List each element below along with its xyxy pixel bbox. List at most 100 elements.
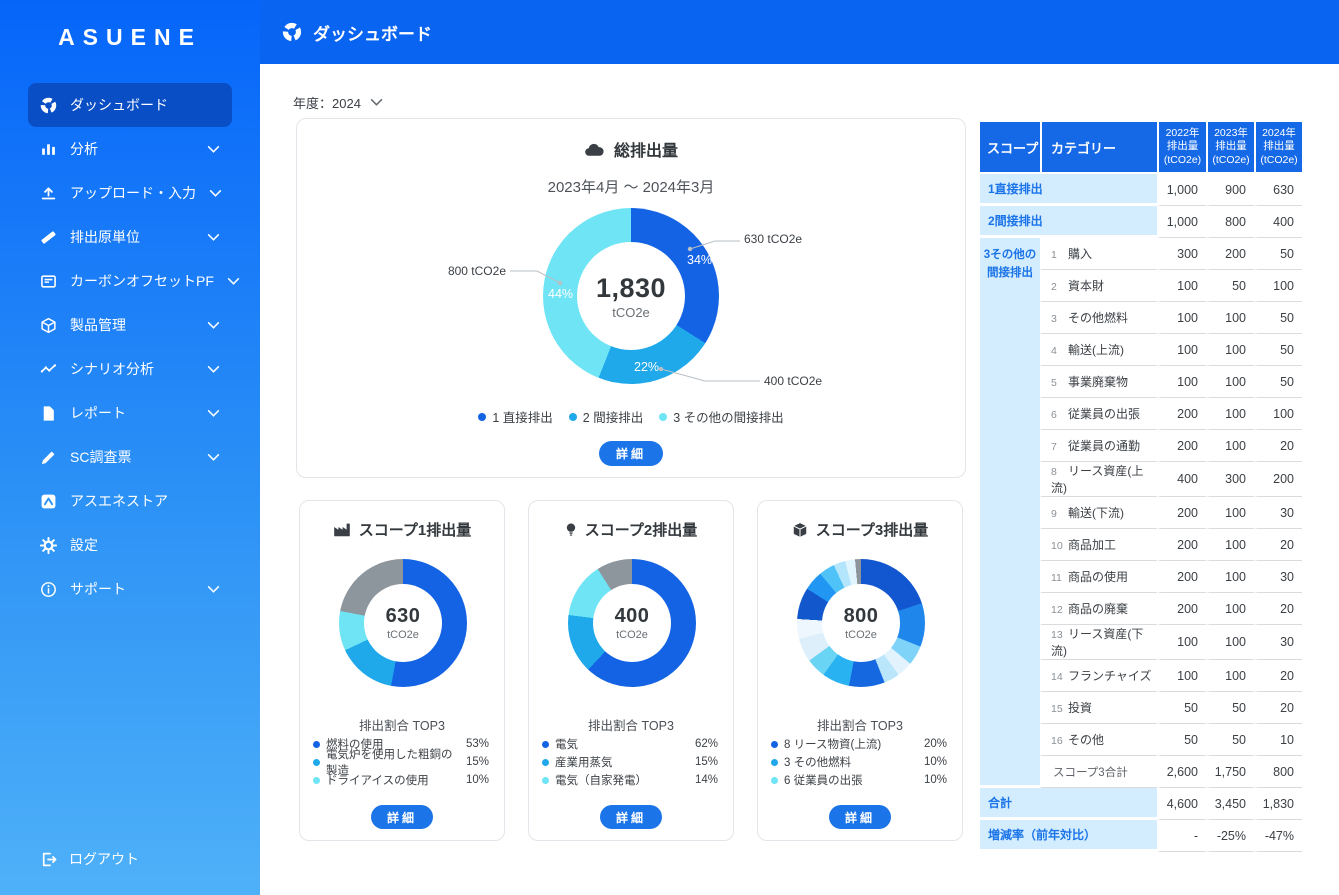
- card-icon: [40, 273, 57, 290]
- top3-pct: 15%: [465, 756, 489, 768]
- top3-row: 3 その他燃料 10%: [771, 753, 947, 771]
- category-cell: 16 その他: [1040, 724, 1157, 756]
- emission-value: 100: [1157, 302, 1206, 334]
- total-unit: tCO2e: [612, 304, 650, 320]
- donut-center: 800 tCO2e: [822, 584, 900, 662]
- year-filter-label: 年度：2024: [293, 96, 361, 111]
- table-row: 増減率（前年対比） - -25% -47%: [980, 820, 1302, 852]
- chevron-down-icon: [227, 277, 240, 286]
- emission-value: 50: [1254, 334, 1302, 366]
- info-icon: [40, 581, 57, 598]
- sidebar-item-report[interactable]: レポート: [28, 391, 232, 435]
- total-emissions-card: 総排出量 2023年4月 ～ 2024年3月 1,830 tCO2e 34% 4…: [296, 118, 966, 478]
- scope3-detail-button[interactable]: 詳細: [829, 805, 891, 829]
- sidebar-item-label: 分析: [70, 141, 98, 157]
- report-icon: [40, 405, 57, 422]
- scope1-title-row: スコープ1排出量: [300, 519, 504, 540]
- emission-value: 400: [1254, 206, 1302, 238]
- emission-value: -25%: [1206, 820, 1254, 852]
- amount-label-other: 800 tCO2e: [447, 264, 506, 278]
- scope2-title: スコープ2排出量: [584, 522, 698, 539]
- donut-legend: 1 直接排出 2 間接排出 3 その他の間接排出: [297, 407, 965, 426]
- emission-value: 30: [1254, 497, 1302, 529]
- legend-item: 2 間接排出: [568, 407, 643, 426]
- emission-value: 30: [1254, 561, 1302, 593]
- top3-pct: 14%: [694, 774, 718, 786]
- scope1-unit: tCO2e: [387, 629, 419, 641]
- sidebar-item-upload[interactable]: アップロード・入力: [28, 171, 232, 215]
- upload-icon: [40, 185, 57, 202]
- emission-value: 200: [1157, 497, 1206, 529]
- scope2-unit: tCO2e: [616, 629, 648, 641]
- sidebar-item-scenario-analysis[interactable]: シナリオ分析: [28, 347, 232, 391]
- top3-dot: [771, 758, 778, 766]
- emission-value: 50: [1206, 692, 1254, 724]
- chevron-down-icon: [209, 189, 222, 198]
- sidebar-item-label: レポート: [70, 405, 126, 421]
- scope2-detail-button[interactable]: 詳細: [600, 805, 662, 829]
- category-number: 3: [1051, 313, 1057, 325]
- table-row: 2間接排出 1,000 800 400: [980, 206, 1302, 238]
- column-header-year-2024: 2024年 排出量 (tCO2e): [1254, 122, 1302, 174]
- scope2-donut-chart: 400 tCO2e: [568, 559, 696, 687]
- sidebar: ASUENE ダッシュボード分析アップロード・入力 排出原単位 カーボンオフセットP…: [0, 0, 260, 895]
- total-detail-button[interactable]: 詳細: [599, 441, 663, 466]
- emission-value: 400: [1157, 462, 1206, 497]
- box-icon: [792, 522, 808, 538]
- category-number: 7: [1051, 441, 1057, 453]
- top3-title: 排出割合 TOP3: [359, 719, 445, 733]
- category-number: 4: [1051, 345, 1057, 357]
- scope1-detail-button[interactable]: 詳細: [371, 805, 433, 829]
- category-name: 資本財: [1068, 279, 1105, 293]
- scope1-title: スコープ1排出量: [358, 522, 472, 539]
- sidebar-item-carbon-offset-pf[interactable]: カーボンオフセットPF: [28, 259, 240, 303]
- scope3-emissions-card: スコープ3排出量 800 tCO2e 排出割合 TOP3 8 リース物資(上流) 20% 3…: [757, 500, 963, 841]
- top3-name: 8 リース物資(上流): [784, 739, 882, 751]
- emissions-table: スコープ カテゴリー 2022年 排出量 (tCO2e) 2023年 排出量 (tCO…: [980, 122, 1302, 852]
- scenario-icon: [40, 361, 57, 378]
- sidebar-item-analysis[interactable]: 分析: [28, 127, 232, 171]
- emission-value: 20: [1254, 529, 1302, 561]
- chevron-down-icon: [207, 233, 220, 242]
- category-name: 商品加工: [1068, 538, 1117, 552]
- period-label: 2023年4月 ～ 2024年3月: [547, 179, 715, 196]
- top3-list: 電気 62% 産業用蒸気 15% 電気（自家発電） 14%: [542, 735, 718, 789]
- donut-center: 400 tCO2e: [593, 584, 671, 662]
- sidebar-item-dashboard[interactable]: ダッシュボード: [28, 83, 232, 127]
- segment-pct-indirect: 22%: [634, 360, 660, 374]
- scope-row-label: 2間接排出: [980, 206, 1157, 238]
- category-name: 輸送(下流): [1068, 506, 1124, 520]
- chevron-down-icon: [207, 365, 220, 374]
- sidebar-item-sc-survey[interactable]: SC調査票: [28, 435, 232, 479]
- ruler-icon: [40, 229, 57, 246]
- sidebar-item-label: サポート: [70, 581, 126, 597]
- emission-value: 100: [1206, 529, 1254, 561]
- logout-icon: [40, 851, 57, 868]
- category-number: 2: [1051, 281, 1057, 293]
- sidebar-item-settings[interactable]: 設定: [28, 523, 232, 567]
- logout-button[interactable]: ログアウト: [0, 849, 260, 895]
- emission-value: 1,000: [1157, 174, 1206, 206]
- column-header-scope: スコープ: [980, 122, 1040, 174]
- total-emissions-title-row: 総排出量: [297, 137, 965, 161]
- emission-value: 200: [1157, 561, 1206, 593]
- scope2-emissions-card: スコープ2排出量 400 tCO2e 排出割合 TOP3 電気 62% 産業用蒸気 15% 電気…: [528, 500, 734, 841]
- sidebar-item-emission-factor[interactable]: 排出原単位: [28, 215, 232, 259]
- top3-dot: [542, 776, 549, 784]
- scope3-donut-chart: 800 tCO2e: [797, 559, 925, 687]
- emission-value: 630: [1254, 174, 1302, 206]
- emission-value: 100: [1157, 660, 1206, 692]
- asuene-logo: ASUENE: [58, 24, 202, 50]
- donut-center: 1,830 tCO2e: [577, 242, 685, 350]
- grand-total-label: 合計: [980, 788, 1157, 820]
- category-cell: 12 商品の廃棄: [1040, 593, 1157, 625]
- total-value: 1,830: [595, 272, 667, 303]
- sidebar-item-product-management[interactable]: 製品管理: [28, 303, 232, 347]
- legend-label: 3 その他の間接排出: [673, 411, 784, 425]
- pencil-icon: [40, 449, 57, 466]
- segment-pct-direct: 34%: [687, 253, 713, 267]
- year-filter-dropdown[interactable]: 年度：2024: [293, 93, 383, 112]
- chevron-down-icon: [207, 409, 220, 418]
- sidebar-item-support[interactable]: サポート: [28, 567, 232, 611]
- sidebar-item-asuene-store[interactable]: アスエネストア: [28, 479, 232, 523]
